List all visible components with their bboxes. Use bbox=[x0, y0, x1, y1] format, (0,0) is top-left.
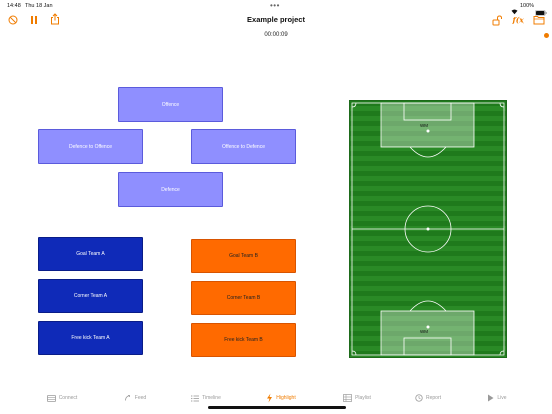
folder-icon[interactable] bbox=[533, 14, 545, 26]
field-label-top: WM bbox=[420, 123, 428, 128]
list-icon bbox=[191, 394, 200, 402]
recording-indicator bbox=[544, 33, 549, 38]
recording-timer: 00:00:09 bbox=[264, 32, 288, 38]
report-icon bbox=[415, 394, 423, 402]
tag-free-kick-team-b[interactable]: Free kick Team B bbox=[191, 323, 296, 357]
tab-feed[interactable]: Feed bbox=[120, 388, 150, 408]
tab-label: Feed bbox=[134, 395, 147, 401]
bottom-tab-bar: Connect Feed Timeline Highlight Playlist… bbox=[0, 388, 552, 408]
play-icon bbox=[487, 394, 494, 402]
tab-label: Timeline bbox=[202, 395, 221, 401]
status-time: 14:48 bbox=[7, 3, 21, 9]
playlist-icon bbox=[343, 394, 352, 402]
unlock-icon[interactable] bbox=[491, 14, 503, 26]
home-indicator[interactable] bbox=[208, 406, 346, 409]
tag-defence-to-offence[interactable]: Defence to Offence bbox=[38, 129, 143, 164]
tag-goal-team-b[interactable]: Goal Team B bbox=[191, 239, 296, 273]
tab-label: Live bbox=[497, 395, 507, 401]
tab-connect[interactable]: Connect bbox=[42, 388, 82, 408]
feed-icon bbox=[124, 394, 132, 402]
tab-live[interactable]: Live bbox=[486, 388, 508, 408]
tab-report[interactable]: Report bbox=[413, 388, 443, 408]
tab-label: Report bbox=[425, 395, 441, 401]
tab-label: Playlist bbox=[355, 395, 371, 401]
pitch-diagram[interactable]: WM WM bbox=[349, 100, 507, 358]
status-date: Thu 18 Jan bbox=[25, 3, 53, 9]
bolt-icon bbox=[266, 393, 273, 403]
tag-corner-team-a[interactable]: Corner Team A bbox=[38, 279, 143, 313]
tag-corner-team-b[interactable]: Corner Team B bbox=[191, 281, 296, 315]
field-label-bottom: WM bbox=[420, 329, 428, 334]
tab-timeline[interactable]: Timeline bbox=[187, 388, 225, 408]
page-title: Example project bbox=[247, 15, 305, 24]
tag-defence[interactable]: Defence bbox=[118, 172, 223, 207]
multitask-dots[interactable]: ••• bbox=[270, 1, 280, 10]
tag-offence-to-defence[interactable]: Offence to Defence bbox=[191, 129, 296, 164]
tab-highlight[interactable]: Highlight bbox=[262, 388, 300, 408]
tab-label: Highlight bbox=[276, 395, 296, 401]
pitch-lines bbox=[351, 102, 505, 356]
tag-offence[interactable]: Offence bbox=[118, 87, 223, 122]
svg-text:f(x): f(x) bbox=[512, 16, 524, 25]
tab-label: Connect bbox=[58, 395, 78, 401]
tab-playlist[interactable]: Playlist bbox=[339, 388, 375, 408]
tag-goal-team-a[interactable]: Goal Team A bbox=[38, 237, 143, 271]
tag-free-kick-team-a[interactable]: Free kick Team A bbox=[38, 321, 143, 355]
connect-icon bbox=[46, 394, 56, 402]
battery-percent: 100% bbox=[520, 3, 535, 9]
formula-icon[interactable]: f(x) bbox=[512, 14, 524, 26]
